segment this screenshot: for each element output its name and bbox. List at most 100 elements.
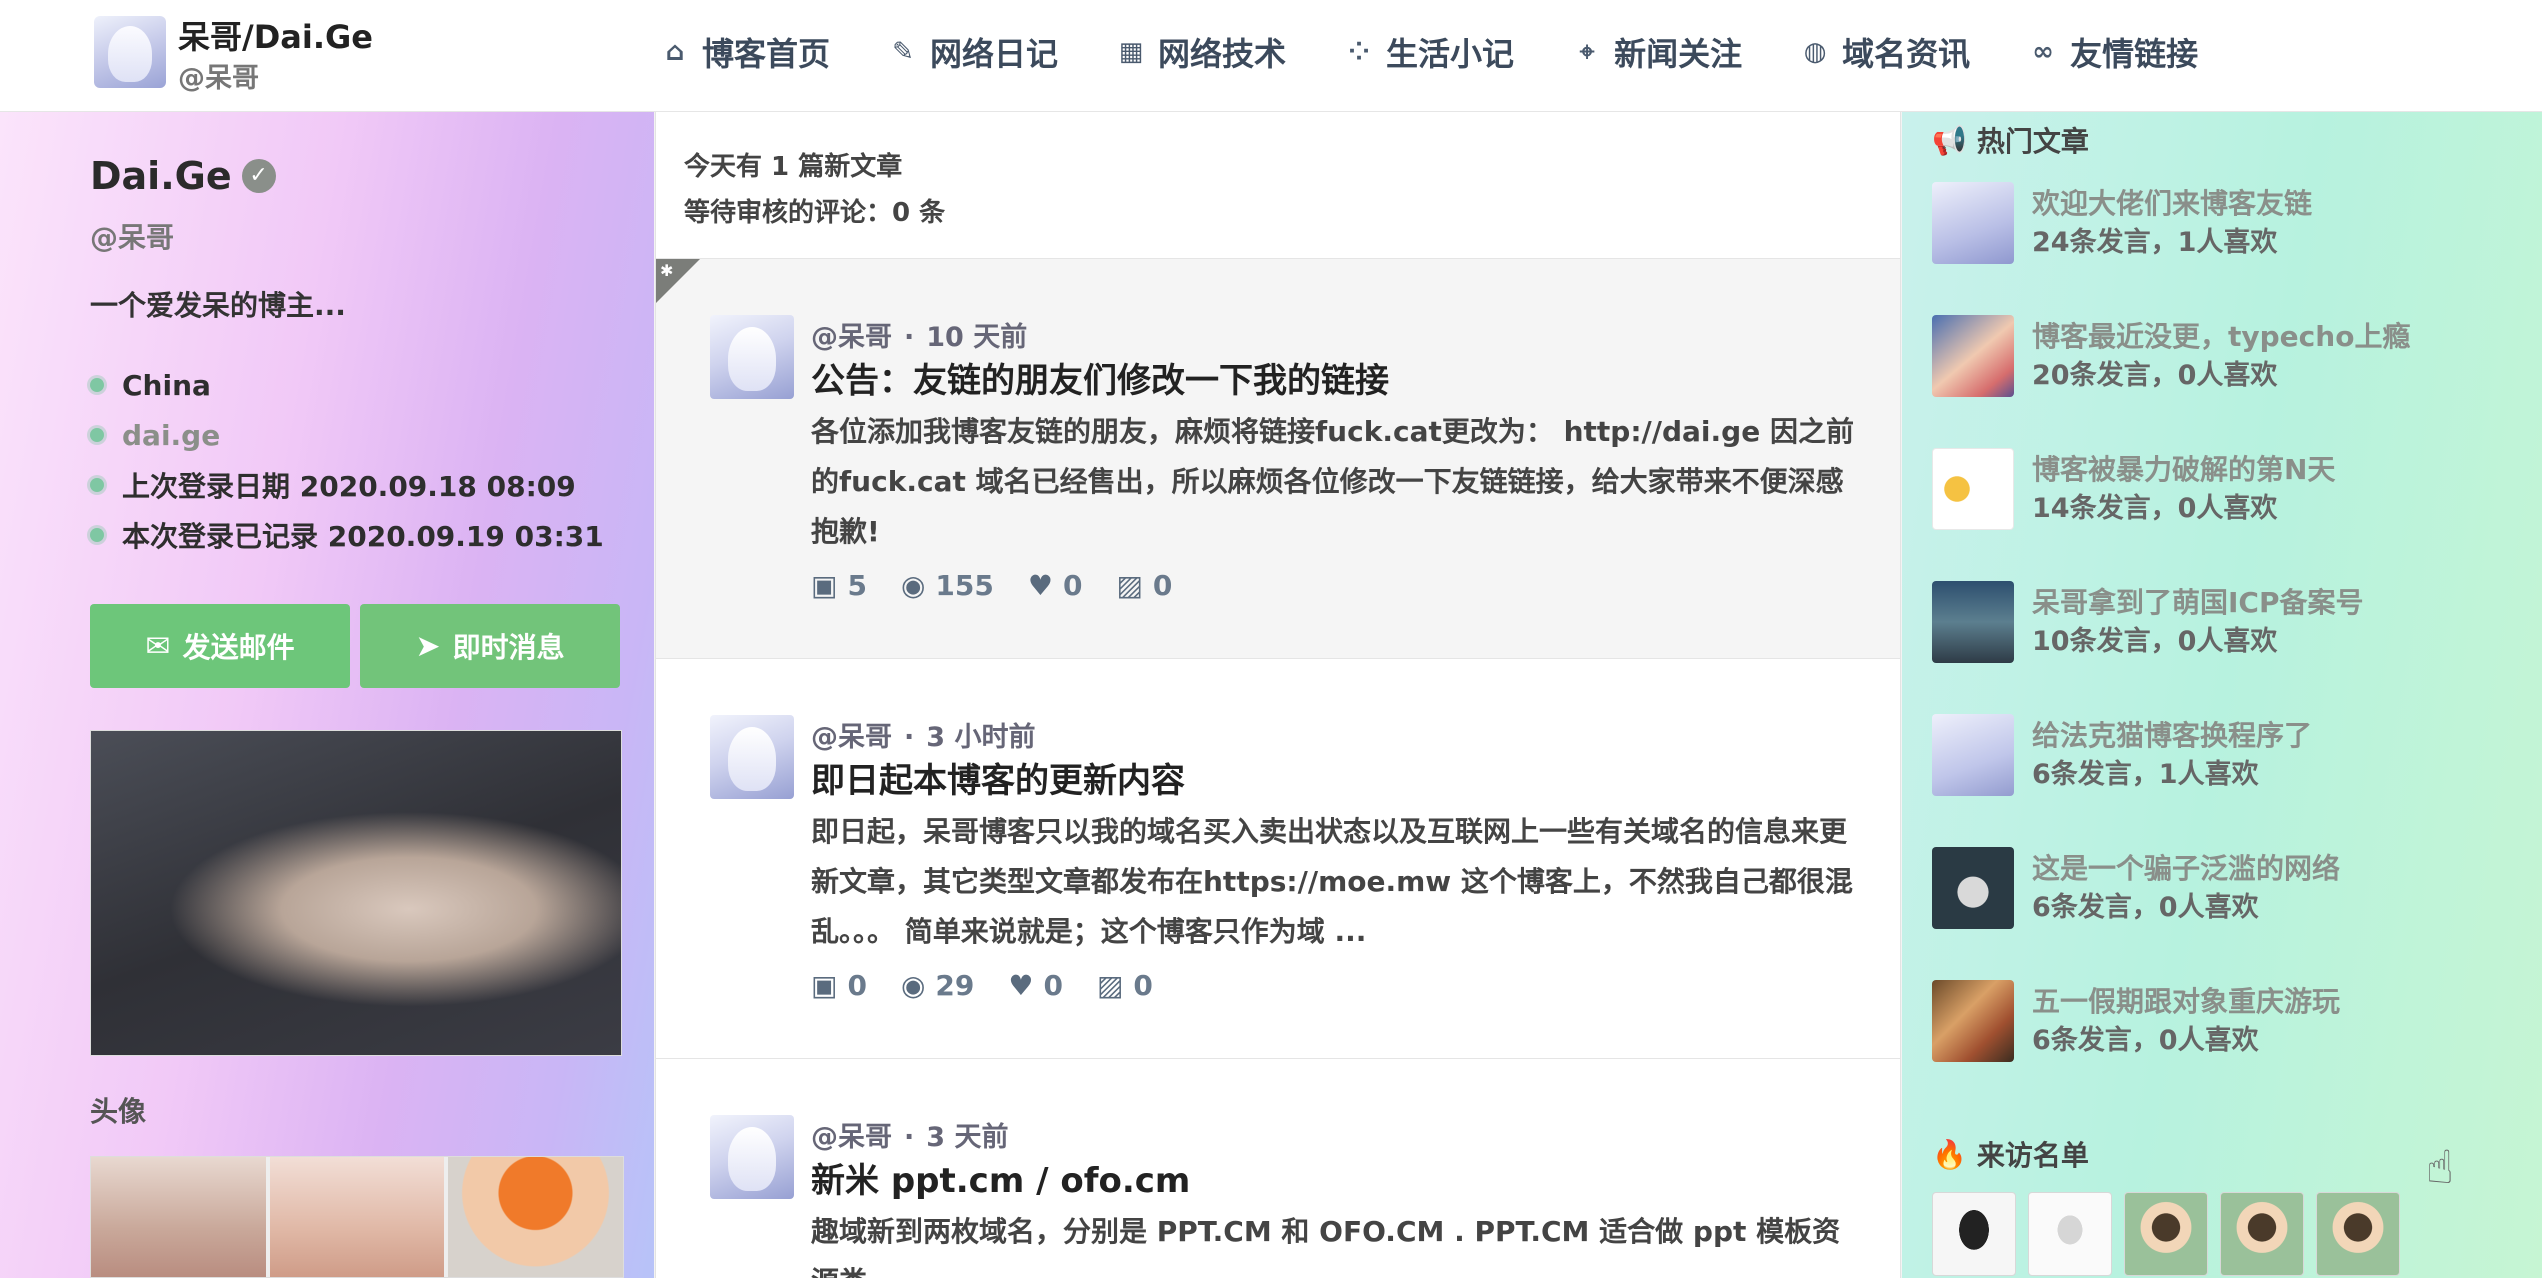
avatars-section-title: 头像 [90,1095,147,1128]
nav-item-label: 博客首页 [702,35,831,73]
feed-notice: 今天有 1 篇新文章 等待审核的评论：0 条 [684,144,945,236]
hot-post-item[interactable]: 欢迎大佬们来博客友链 24条发言，1人喜欢 [1932,182,2512,268]
hot-post-title[interactable]: 博客最近没更，typecho上瘾 [2032,315,2410,355]
hot-post-stats: 6条发言，1人喜欢 [2032,759,2259,790]
hot-post-thumb[interactable] [1932,581,2014,663]
nav-item-home[interactable]: ⌂ 博客首页 [660,28,830,76]
visitor-avatar[interactable] [2124,1192,2208,1276]
post-title[interactable]: 公告：友链的朋友们修改一下我的链接 [811,353,1389,402]
avatar-thumb[interactable] [91,1157,266,1277]
hot-post-thumb[interactable] [1932,980,2014,1062]
meta-current-login: 本次登录已记录 2020.09.19 03:31 [90,510,604,560]
hot-post-item[interactable]: 给法克猫博客换程序了 6条发言，1人喜欢 [1932,714,2512,800]
hot-post-stats: 14条发言，0人喜欢 [2032,493,2278,524]
avatar-thumb[interactable] [269,1157,445,1277]
hot-post-item[interactable]: 五一假期跟对象重庆游玩 6条发言，0人喜欢 [1932,980,2512,1066]
post-author-avatar[interactable] [710,715,794,799]
like-count[interactable]: ♥ 0 [1008,969,1063,1002]
profile-bio: 一个爱发呆的博主... [90,289,346,322]
visitor-avatar[interactable] [2220,1192,2304,1276]
nav-item-label: 网络日记 [930,35,1059,73]
nav-item-tech[interactable]: ▦ 网络技术 [1116,28,1286,76]
like-count[interactable]: ♥ 0 [1028,569,1083,602]
meta-last-login: 上次登录日期 2020.09.18 08:09 [90,460,604,510]
post-card: ✱ @呆哥 · 10 天前 公告：友链的朋友们修改一下我的链接 各位添加我博客友链的… [656,258,1900,658]
pending-comment-count: 等待审核的评论：0 条 [684,198,946,228]
post-feed: 今天有 1 篇新文章 等待审核的评论：0 条 ✱ @呆哥 · 10 天前 公告：友链… [655,112,1901,1278]
site-avatar[interactable] [94,16,166,88]
hot-post-item[interactable]: 呆哥拿到了萌国ICP备案号 10条发言，0人喜欢 [1932,581,2512,667]
image-count: ▨ 0 [1116,569,1173,602]
profile-sidebar: Dai.Ge ✓ @呆哥 一个爱发呆的博主... China dai.ge 上次… [0,112,654,1278]
post-title[interactable]: 新米 ppt.cm / ofo.cm [811,1153,1190,1202]
nav-item-links[interactable]: ∞ 友情链接 [2028,28,2198,76]
image-icon: ▨ [1096,969,1124,1002]
hot-post-stats: 6条发言，0人喜欢 [2032,892,2259,923]
mail-icon: ✉ [145,628,171,664]
comment-icon: ▣ [811,969,838,1002]
grid-icon: ▦ [1118,37,1144,67]
pin-icon: ✱ [660,261,674,280]
post-author-avatar[interactable] [710,315,794,399]
flame-icon: 🔥 [1932,1137,1967,1171]
hot-post-title[interactable]: 五一假期跟对象重庆游玩 [2032,980,2340,1020]
right-sidebar: 📢 热门文章 欢迎大佬们来博客友链 24条发言，1人喜欢 博客最近没更，type… [1902,112,2542,1278]
hot-post-thumb[interactable] [1932,182,2014,264]
post-meta: @呆哥 · 3 天前 [811,1122,1009,1153]
pointer-hand-icon[interactable]: ☝ [2426,1140,2454,1194]
send-email-button[interactable]: ✉ 发送邮件 [90,604,350,688]
nav-item-diary[interactable]: ✎ 网络日记 [888,28,1058,76]
hot-post-thumb[interactable] [1932,847,2014,929]
hot-post-stats: 10条发言，0人喜欢 [2032,626,2278,657]
visitor-avatar[interactable] [2316,1192,2400,1276]
post-author[interactable]: @呆哥 [811,1122,892,1153]
hot-post-item[interactable]: 博客被暴力破解的第N天 14条发言，0人喜欢 [1932,448,2512,534]
nav-item-life[interactable]: ⁘ 生活小记 [1344,28,1514,76]
nav-item-domain[interactable]: ◍ 域名资讯 [1800,28,1970,76]
hot-post-thumb[interactable] [1932,315,2014,397]
post-author-avatar[interactable] [710,1115,794,1199]
hot-post-item[interactable]: 这是一个骗子泛滥的网络 6条发言，0人喜欢 [1932,847,2512,933]
heart-icon: ♥ [1008,969,1034,1002]
avatar-thumb[interactable] [448,1157,624,1277]
post-author[interactable]: @呆哥 [811,722,892,753]
eye-icon: ◉ [900,969,926,1002]
post-title[interactable]: 即日起本博客的更新内容 [811,753,1185,802]
hot-post-title[interactable]: 给法克猫博客换程序了 [2032,714,2312,754]
hot-post-stats: 24条发言，1人喜欢 [2032,227,2278,258]
post-excerpt: 趣域新到两枚域名，分别是 PPT.CM 和 OFO.CM . PPT.CM 适合… [811,1215,1841,1278]
post-stats: ▣ 0 ◉ 29 ♥ 0 ▨ 0 [811,969,1153,1002]
post-time: 3 天前 [926,1122,1009,1153]
instant-message-button[interactable]: ➤ 即时消息 [360,604,620,688]
post-time: 10 天前 [926,322,1028,353]
hot-post-thumb[interactable] [1932,714,2014,796]
profile-actions: ✉ 发送邮件 ➤ 即时消息 [90,604,620,688]
hot-post-title[interactable]: 博客被暴力破解的第N天 [2032,448,2335,488]
post-card: @呆哥 · 3 小时前 即日起本博客的更新内容 即日起，呆哥博客只以我的域名买入卖出… [656,658,1900,1058]
edit-icon: ✎ [892,37,914,67]
nav-item-label: 域名资讯 [1842,35,1971,73]
hot-post-item[interactable]: 博客最近没更，typecho上瘾 20条发言，0人喜欢 [1932,315,2512,401]
globe-icon: ◍ [1803,37,1827,67]
visitor-avatar[interactable] [2028,1192,2112,1276]
visitor-list [1932,1192,2400,1276]
hot-post-title[interactable]: 这是一个骗子泛滥的网络 [2032,847,2340,887]
site-handle: @呆哥 [178,63,259,94]
image-icon: ▨ [1116,569,1143,602]
megaphone-icon: 📢 [1932,123,1967,157]
visitor-avatar[interactable] [1932,1192,2016,1276]
meta-website[interactable]: dai.ge [90,410,604,460]
nav-item-news[interactable]: ⌖ 新闻关注 [1572,28,1742,76]
post-stats: ▣ 5 ◉ 155 ♥ 0 ▨ 0 [811,569,1172,602]
hot-post-title[interactable]: 欢迎大佬们来博客友链 [2032,182,2312,222]
post-excerpt: 即日起，呆哥博客只以我的域名买入卖出状态以及互联网上一些有关域名的信息来更新文章… [811,815,1853,948]
bullet-icon [90,478,104,492]
site-title[interactable]: 呆哥/Dai.Ge [178,12,373,58]
post-author[interactable]: @呆哥 [811,322,892,353]
comment-count[interactable]: ▣ 0 [811,969,867,1002]
hot-post-thumb[interactable] [1932,448,2014,530]
comment-count[interactable]: ▣ 5 [811,569,867,602]
hot-post-title[interactable]: 呆哥拿到了萌国ICP备案号 [2032,581,2364,621]
top-navbar: 呆哥/Dai.Ge @呆哥 ⌂ 博客首页 ✎ 网络日记 ▦ 网络技术 ⁘ 生活小… [0,0,2542,112]
hot-post-stats: 20条发言，0人喜欢 [2032,360,2278,391]
